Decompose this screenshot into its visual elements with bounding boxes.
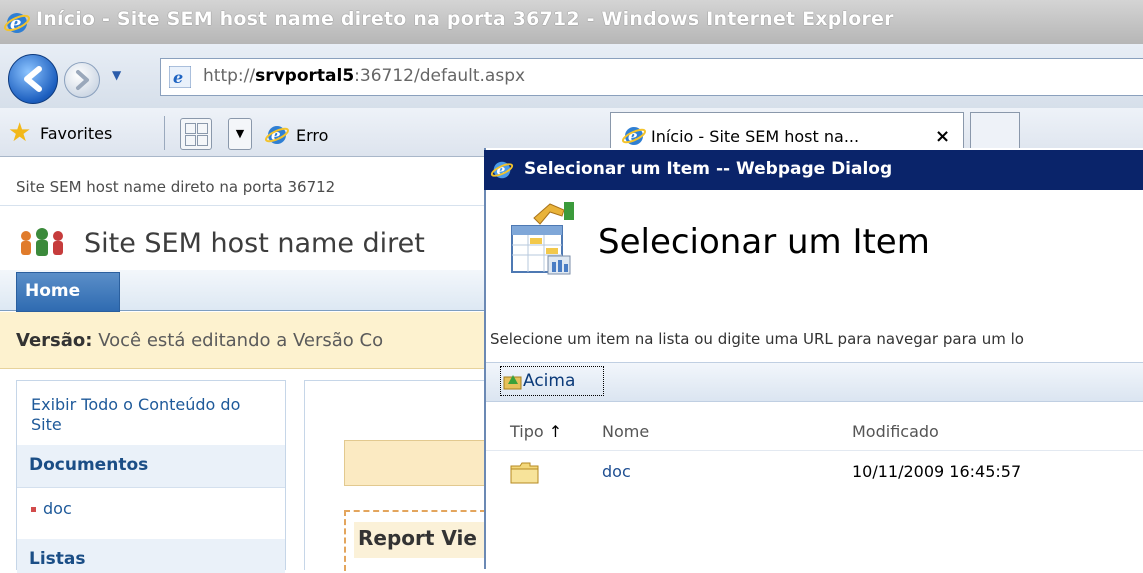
lists-heading[interactable]: Listas	[29, 549, 86, 569]
view-all-link[interactable]: Exibir Todo o Conteúdo do Site	[31, 395, 261, 435]
tab-ie-icon: e	[264, 126, 290, 144]
favbar-divider	[164, 116, 165, 150]
site-people-logo-icon	[21, 228, 63, 256]
forward-arrow-icon	[76, 70, 89, 90]
documents-heading[interactable]: Documentos	[29, 455, 148, 475]
report-viewer-label: Report Vie	[358, 526, 477, 550]
page-ie-icon: e	[169, 66, 191, 88]
up-button-label: Acima	[523, 371, 576, 391]
tab-list-dropdown-icon[interactable]: ▼	[228, 118, 252, 150]
row-modified: 10/11/2009 16:45:57	[852, 462, 1022, 481]
address-bar[interactable]: e http://srvportal5:36712/default.aspx	[160, 58, 1143, 96]
window-title: Início - Site SEM host name direto na po…	[36, 8, 894, 30]
dialog-heading: Selecionar um Item	[598, 222, 930, 262]
svg-text:e: e	[173, 68, 183, 87]
site-breadcrumb[interactable]: Site SEM host name direto na porta 36712	[16, 178, 335, 196]
webpart-zone-header	[344, 440, 485, 486]
table-row[interactable]: doc 10/11/2009 16:45:57	[486, 452, 1143, 492]
column-type-label: Tipo	[510, 422, 544, 441]
back-button[interactable]	[8, 54, 58, 104]
site-title[interactable]: Site SEM host name diret	[84, 228, 425, 259]
version-label: Versão:	[16, 330, 93, 351]
nav-home-label: Home	[25, 281, 81, 301]
version-status-bar: Versão: Você está editando a Versão Co	[0, 312, 484, 369]
favorites-star-icon[interactable]: ★	[8, 120, 31, 146]
dialog-title-bar[interactable]: e Selecionar um Item -- Webpage Dialog	[484, 150, 1143, 190]
column-type[interactable]: Tipo ↑	[510, 422, 562, 441]
column-name[interactable]: Nome	[602, 422, 649, 441]
nav-home-tab[interactable]: Home	[16, 272, 120, 312]
quick-launch: Exibir Todo o Conteúdo do Site Documento…	[16, 380, 286, 573]
folder-icon	[510, 462, 539, 484]
bullet-icon	[31, 507, 36, 512]
lists-heading-row[interactable]: Listas	[17, 539, 285, 573]
select-item-icon	[511, 202, 574, 275]
close-tab-icon[interactable]: ×	[935, 126, 950, 147]
doc-link[interactable]: doc	[43, 499, 72, 518]
dialog-title: Selecionar um Item -- Webpage Dialog	[524, 159, 893, 179]
dialog-ie-icon: e	[490, 161, 514, 179]
favorites-button[interactable]: Favorites	[40, 124, 112, 143]
item-list-header	[486, 412, 1143, 451]
url-prefix: http://	[203, 66, 256, 86]
tab-inicio-label: Início - Site SEM host na...	[651, 127, 860, 146]
forward-button[interactable]	[64, 62, 100, 98]
history-dropdown-icon[interactable]: ▼	[112, 68, 121, 82]
sort-ascending-icon: ↑	[548, 422, 563, 441]
report-viewer-webpart[interactable]: Report Vie	[344, 510, 486, 571]
row-name-link[interactable]: doc	[602, 462, 631, 481]
up-button[interactable]: Acima	[500, 366, 604, 396]
url-host: srvportal5	[255, 66, 355, 86]
up-folder-icon	[503, 375, 522, 390]
ie-logo-icon: e	[4, 13, 30, 34]
version-text: Você está editando a Versão Co	[98, 330, 384, 351]
tab-ie-icon: e	[621, 127, 647, 145]
documents-heading-row[interactable]: Documentos	[17, 445, 285, 487]
documents-item-doc[interactable]: doc	[17, 487, 285, 537]
quick-tabs-button[interactable]	[180, 118, 212, 150]
url-suffix: :36712/default.aspx	[354, 66, 526, 86]
browser-title-bar: e Início - Site SEM host name direto na …	[0, 0, 1143, 44]
column-modified[interactable]: Modificado	[852, 422, 939, 441]
dialog-instruction: Selecione um item na lista ou digite uma…	[490, 330, 1024, 348]
back-arrow-icon	[24, 66, 42, 92]
tab-erro-label: Erro	[296, 126, 329, 145]
address-url[interactable]: http://srvportal5:36712/default.aspx	[203, 66, 525, 86]
